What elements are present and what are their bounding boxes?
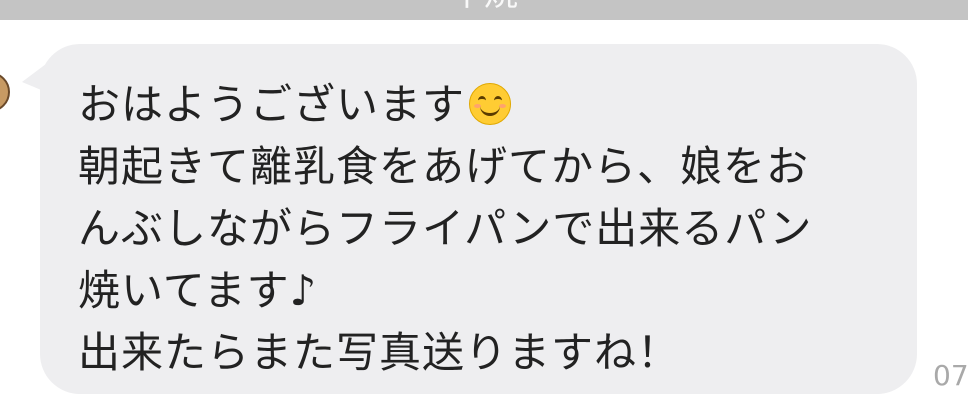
top-banner-text: ー・ー中焼ー・ー	[0, 0, 968, 14]
message-line-1-text: おはようございます	[78, 80, 466, 129]
emoji-right-cheek	[499, 104, 507, 108]
emoji-mouth	[480, 103, 501, 116]
smiling-face-icon	[469, 83, 512, 125]
message-timestamp: 07	[933, 359, 968, 392]
sender-avatar[interactable]	[0, 72, 10, 112]
message-line-3: んぶしながらフライパンで出来るパン	[78, 204, 813, 253]
message-line-5: 出来たらまた写真送りますね！	[78, 328, 681, 377]
message-line-1: おはようございます	[78, 74, 877, 136]
message-line-4: 焼いてます♪	[78, 266, 318, 315]
message-line-2: 朝起きて離乳食をあげてから、娘をお	[78, 142, 810, 191]
chat-screen: ー・ー中焼ー・ー おはようございます 朝起きて離乳食をあげてから、娘をお んぶし…	[0, 0, 968, 415]
message-bubble[interactable]: おはようございます 朝起きて離乳食をあげてから、娘をお んぶしながらフライパンで…	[40, 44, 917, 394]
top-banner: ー・ー中焼ー・ー	[0, 0, 968, 20]
